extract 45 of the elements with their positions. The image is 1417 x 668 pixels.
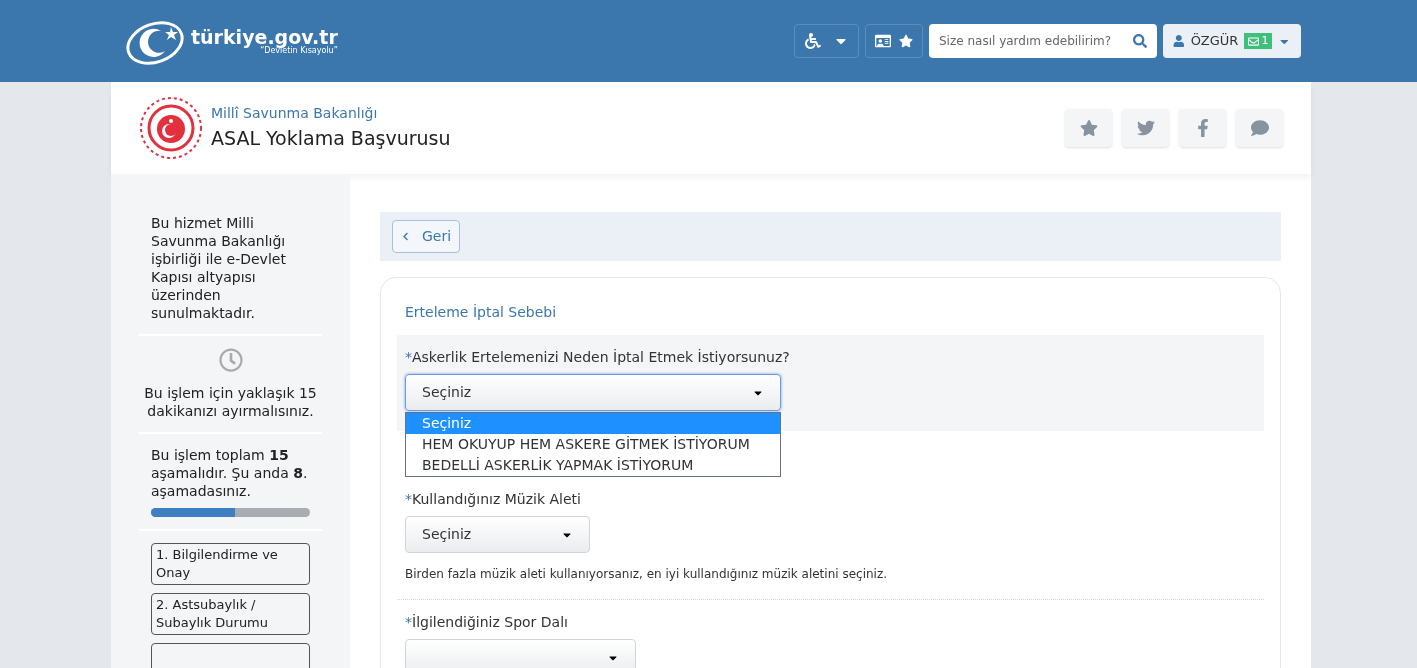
site-logo[interactable]: türkiye.gov.tr “Devletin Kısayolu” <box>125 17 338 65</box>
ministry-emblem-icon <box>139 96 203 160</box>
bird-icon <box>1136 119 1155 137</box>
search-field[interactable]: Size nasıl yardım edebilirim? <box>929 24 1157 58</box>
clock-icon <box>218 348 243 372</box>
favorites-button[interactable] <box>865 24 923 58</box>
back-button[interactable]: Geri <box>392 220 461 253</box>
dropdown-option[interactable]: BEDELLİ ASKERLİK YAPMAK İSTİYORUM <box>406 455 780 476</box>
comment-button[interactable] <box>1236 109 1283 147</box>
step-item[interactable]: 2. Astsubaylık / Subaylık Durumu <box>151 593 310 635</box>
star-icon <box>899 34 913 48</box>
field-label: Askerlik Ertelemenizi Neden İptal Etmek İstiyorsunuz? <box>412 348 790 367</box>
search-icon <box>1133 34 1147 48</box>
user-menu-button[interactable]: ÖZGÜR 1 <box>1163 24 1301 58</box>
logo-tagline: “Devletin Kısayolu” <box>260 46 338 55</box>
star-icon <box>1079 119 1098 137</box>
id-card-icon <box>875 33 891 49</box>
select-field[interactable]: Seçiniz <box>405 374 781 411</box>
required-mark: * <box>405 348 412 367</box>
favorite-button[interactable] <box>1065 109 1112 147</box>
hint-text: Birden fazla müzik aleti kullanıyorsanız, en iyi kullandığınız müzik aletini seçiniz. <box>405 566 889 583</box>
time-text: Bu işlem için yaklaşık 15 dakikanızı ayırmalısınız. <box>143 384 318 420</box>
speech-bubble-icon <box>1250 119 1269 137</box>
field-label: Kullandığınız Müzik Aleti <box>412 490 581 509</box>
twitter-button[interactable] <box>1122 109 1169 147</box>
field-label: İlgilendiğiniz Spor Dalı <box>412 613 568 632</box>
required-mark: * <box>405 490 412 509</box>
wheelchair-icon <box>804 33 821 49</box>
accessibility-button[interactable] <box>794 24 859 58</box>
select-field[interactable] <box>405 639 636 668</box>
facebook-button[interactable] <box>1179 109 1226 147</box>
logo-text: türkiye.gov.tr <box>191 27 338 47</box>
select-field[interactable]: Seçiniz <box>405 516 590 553</box>
section-title: Erteleme İptal Sebebi <box>404 303 558 322</box>
step-item[interactable]: 1. Bilgilendirme ve Onay <box>151 543 310 585</box>
progress-text: Bu işlem toplam 15 aşamalıdır. Şu anda 8. aşamadasınız. <box>151 446 309 500</box>
info-text: Bu hizmet Milli Savunma Bakanlığı işbirliği ile e-Devlet Kapısı altyapısı üzerinden sunulmaktadır. <box>139 214 322 336</box>
service-title: ASAL Yoklama Başvurusu <box>211 126 451 152</box>
dropdown-option[interactable]: HEM OKUYUP HEM ASKERE GİTMEK İSTİYORUM <box>406 434 780 455</box>
message-badge: 1 <box>1244 32 1273 50</box>
chevron-left-icon <box>401 232 410 241</box>
envelope-icon <box>1248 35 1260 47</box>
ministry-name: Millî Savunma Bakanlığı <box>211 104 379 124</box>
required-mark: * <box>405 613 412 632</box>
user-icon <box>1173 35 1185 47</box>
